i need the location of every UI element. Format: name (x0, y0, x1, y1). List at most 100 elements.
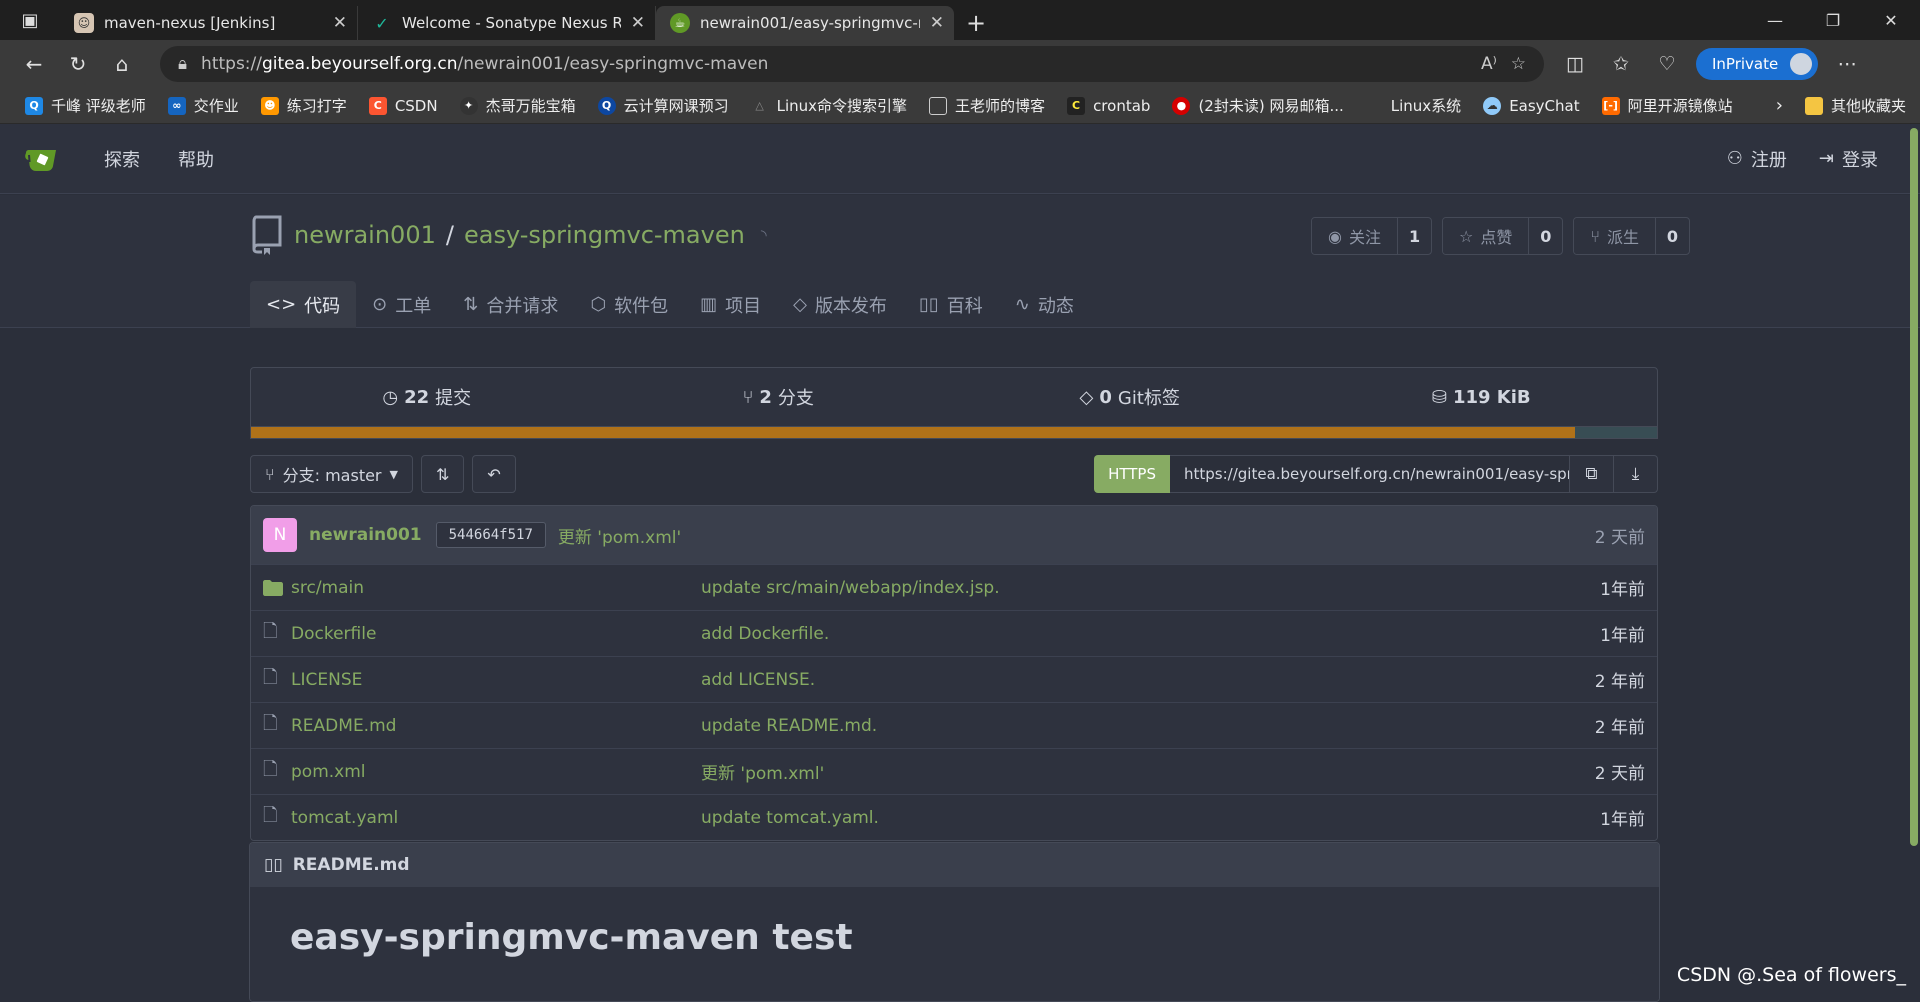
lock-icon[interactable]: 🔒︎ (178, 54, 187, 74)
branch-dropdown[interactable]: ⑂分支: master▼ (250, 455, 413, 493)
restore-icon[interactable]: ❐ (1804, 0, 1862, 40)
bookmark-icon: ✦ (460, 97, 478, 115)
bookmark-item[interactable]: [-]阿里开源镜像站 (1591, 95, 1744, 116)
close-tab-icon[interactable]: ✕ (631, 13, 645, 33)
minimize-icon[interactable]: — (1746, 0, 1804, 40)
new-tab-button[interactable]: + (954, 6, 998, 40)
file-name[interactable]: pom.xml (291, 762, 701, 782)
page-scrollbar[interactable] (1910, 128, 1918, 846)
bookmark-item[interactable]: CCSDN (358, 97, 449, 115)
tags-stat[interactable]: ◇0Git标签 (954, 384, 1306, 410)
chevron-right-icon[interactable]: › (1765, 95, 1794, 116)
clone-url-input[interactable]: https://gitea.beyourself.org.cn/newrain0… (1170, 455, 1570, 493)
pull-request-icon: ⇅ (436, 465, 449, 484)
commit-author[interactable]: newrain001 (309, 525, 422, 545)
repo-name-link[interactable]: easy-springmvc-maven (464, 221, 745, 249)
bookmark-item[interactable]: ✦杰哥万能宝箱 (449, 95, 587, 116)
read-aloud-icon[interactable]: A⁾ (1481, 54, 1497, 74)
browser-tab-nexus[interactable]: ✓ Welcome - Sonatype Nexus Repository ✕ (358, 6, 656, 40)
file-commit-message[interactable]: update README.md. (701, 716, 1595, 736)
bookmark-item[interactable]: ☻练习打字 (250, 95, 358, 116)
commit-message[interactable]: 更新 'pom.xml' (558, 523, 681, 548)
fork-button[interactable]: ⑂派生 0 (1573, 217, 1690, 255)
browser-tab-gitea[interactable]: ☕ newrain001/easy-springmvc-maven ✕ (656, 6, 954, 40)
favorite-star-icon[interactable]: ☆ (1511, 54, 1526, 74)
bookmark-icon: ∞ (168, 97, 186, 115)
url-input[interactable]: 🔒︎ https://gitea.beyourself.org.cn/newra… (160, 46, 1544, 82)
star-button[interactable]: ☆点赞 0 (1442, 217, 1563, 255)
refresh-icon[interactable]: ↻ (56, 44, 100, 84)
bookmark-item[interactable]: 王老师的博客 (918, 95, 1056, 116)
language-bar[interactable] (250, 427, 1658, 439)
file-commit-message[interactable]: add Dockerfile. (701, 624, 1600, 644)
bookmark-item[interactable]: ☁EasyChat (1472, 97, 1590, 115)
bookmark-icon: Q (25, 97, 43, 115)
nav-help[interactable]: 帮助 (178, 146, 214, 172)
gitea-logo-icon[interactable] (24, 145, 62, 173)
star-count[interactable]: 0 (1528, 218, 1562, 254)
watch-button[interactable]: ◉关注 1 (1311, 217, 1432, 255)
file-name[interactable]: LICENSE (291, 670, 701, 690)
branches-stat[interactable]: ⑂2分支 (603, 384, 955, 410)
project-icon: ▥ (700, 294, 717, 315)
tab-pull-requests[interactable]: ⇅合并请求 (447, 281, 574, 328)
page-icon (929, 97, 947, 115)
commits-stat[interactable]: ◷22提交 (251, 384, 603, 410)
history-button[interactable]: ↶ (472, 455, 515, 493)
browser-essentials-icon[interactable]: ♡ (1644, 44, 1690, 84)
home-icon[interactable]: ⌂ (100, 44, 144, 84)
inprivate-button[interactable]: InPrivate (1696, 48, 1818, 80)
copy-icon[interactable]: ⧉ (1570, 455, 1614, 493)
tab-title: maven-nexus [Jenkins] (104, 14, 323, 32)
tab-packages[interactable]: ⬡软件包 (574, 281, 684, 328)
tab-activity[interactable]: ∿动态 (999, 281, 1090, 328)
watch-count[interactable]: 1 (1397, 218, 1431, 254)
bookmark-item[interactable]: Q千峰 评级老师 (14, 95, 157, 116)
bookmark-item[interactable]: Linux系统 (1355, 95, 1472, 116)
tab-wiki[interactable]: ▯▯百科 (903, 281, 999, 328)
browser-tab-bar: ▣ ☺ maven-nexus [Jenkins] ✕ ✓ Welcome - … (0, 0, 1920, 40)
browser-tab-jenkins[interactable]: ☺ maven-nexus [Jenkins] ✕ (60, 6, 358, 40)
close-window-icon[interactable]: ✕ (1862, 0, 1920, 40)
bookmark-icon: C (369, 97, 387, 115)
fork-count[interactable]: 0 (1655, 218, 1689, 254)
file-name[interactable]: Dockerfile (291, 624, 701, 644)
bookmark-item[interactable]: ∞交作业 (157, 95, 250, 116)
file-commit-message[interactable]: update tomcat.yaml. (701, 808, 1600, 828)
repo-stats: ◷22提交 ⑂2分支 ◇0Git标签 ⛁119 KiB (250, 367, 1658, 427)
bookmark-item[interactable]: Q云计算网课预习 (587, 95, 740, 116)
repo-owner-link[interactable]: newrain001 (294, 221, 436, 249)
tab-code[interactable]: <>代码 (250, 281, 356, 328)
close-tab-icon[interactable]: ✕ (333, 13, 347, 33)
file-name[interactable]: README.md (291, 716, 701, 736)
more-options-icon[interactable]: ⋯ (1824, 44, 1870, 84)
rss-icon[interactable]: ◝ (761, 226, 767, 244)
language-segment-other (1575, 427, 1657, 438)
login-link[interactable]: ⇥登录 (1819, 146, 1878, 172)
tab-actions-icon[interactable]: ▣ (0, 0, 60, 40)
other-favorites-folder[interactable]: 其他收藏夹 (1794, 95, 1920, 116)
bookmark-item[interactable]: ●(2封未读) 网易邮箱... (1161, 95, 1354, 116)
https-button[interactable]: HTTPS (1094, 455, 1170, 493)
tab-releases[interactable]: ◇版本发布 (777, 281, 903, 328)
close-tab-icon[interactable]: ✕ (930, 13, 944, 33)
back-icon[interactable]: ← (12, 44, 56, 84)
tab-projects[interactable]: ▥项目 (684, 281, 777, 328)
nav-explore[interactable]: 探索 (104, 146, 140, 172)
file-commit-message[interactable]: 更新 'pom.xml' (701, 759, 1595, 784)
tab-issues[interactable]: ⊙工单 (356, 281, 447, 328)
file-name[interactable]: tomcat.yaml (291, 808, 701, 828)
split-screen-icon[interactable]: ◫ (1552, 44, 1598, 84)
compare-button[interactable]: ⇅ (421, 455, 464, 493)
download-icon[interactable]: ⤓ (1614, 455, 1658, 493)
register-link[interactable]: ⚇注册 (1727, 146, 1787, 172)
folder-icon (1805, 97, 1823, 115)
bookmark-item[interactable]: △Linux命令搜索引擎 (740, 95, 918, 116)
bookmark-item[interactable]: Ccrontab (1056, 97, 1161, 115)
avatar[interactable]: N (263, 518, 297, 552)
favorites-icon[interactable]: ✩ (1598, 44, 1644, 84)
file-commit-message[interactable]: add LICENSE. (701, 670, 1595, 690)
file-name[interactable]: src/main (291, 578, 701, 598)
file-commit-message[interactable]: update src/main/webapp/index.jsp. (701, 578, 1600, 598)
commit-sha[interactable]: 544664f517 (436, 522, 546, 548)
